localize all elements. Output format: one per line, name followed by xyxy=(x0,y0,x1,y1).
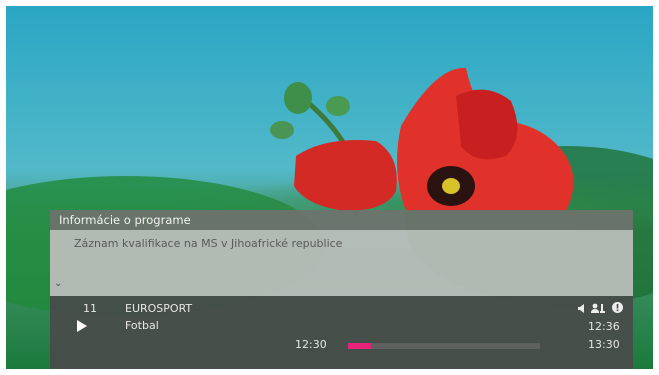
start-time: 12:30 xyxy=(295,338,327,351)
speaker-icon xyxy=(578,304,584,313)
chevron-down-icon[interactable]: ⌄ xyxy=(54,278,62,289)
tv-screen: Informácie o programe Záznam kvalifikace… xyxy=(6,6,653,369)
program-description: Záznam kvalifikace na MS v Jihoafrické r… xyxy=(74,237,343,250)
channel-name: EUROSPORT xyxy=(125,302,193,315)
info-icon xyxy=(612,302,623,313)
current-time: 12:36 xyxy=(588,320,620,333)
program-info-panel: Informácie o programe Záznam kvalifikace… xyxy=(50,210,633,369)
panel-header: Informácie o programe xyxy=(50,210,633,230)
channel-number: 11 xyxy=(83,302,97,315)
play-icon[interactable] xyxy=(77,320,87,332)
people-icon xyxy=(591,303,605,313)
end-time: 13:30 xyxy=(588,338,620,351)
progress-bar xyxy=(348,343,540,349)
description-area[interactable]: Záznam kvalifikace na MS v Jihoafrické r… xyxy=(50,230,633,296)
program-name: Fotbal xyxy=(125,319,159,332)
panel-title: Informácie o programe xyxy=(59,213,191,227)
progress-fill xyxy=(348,343,372,349)
